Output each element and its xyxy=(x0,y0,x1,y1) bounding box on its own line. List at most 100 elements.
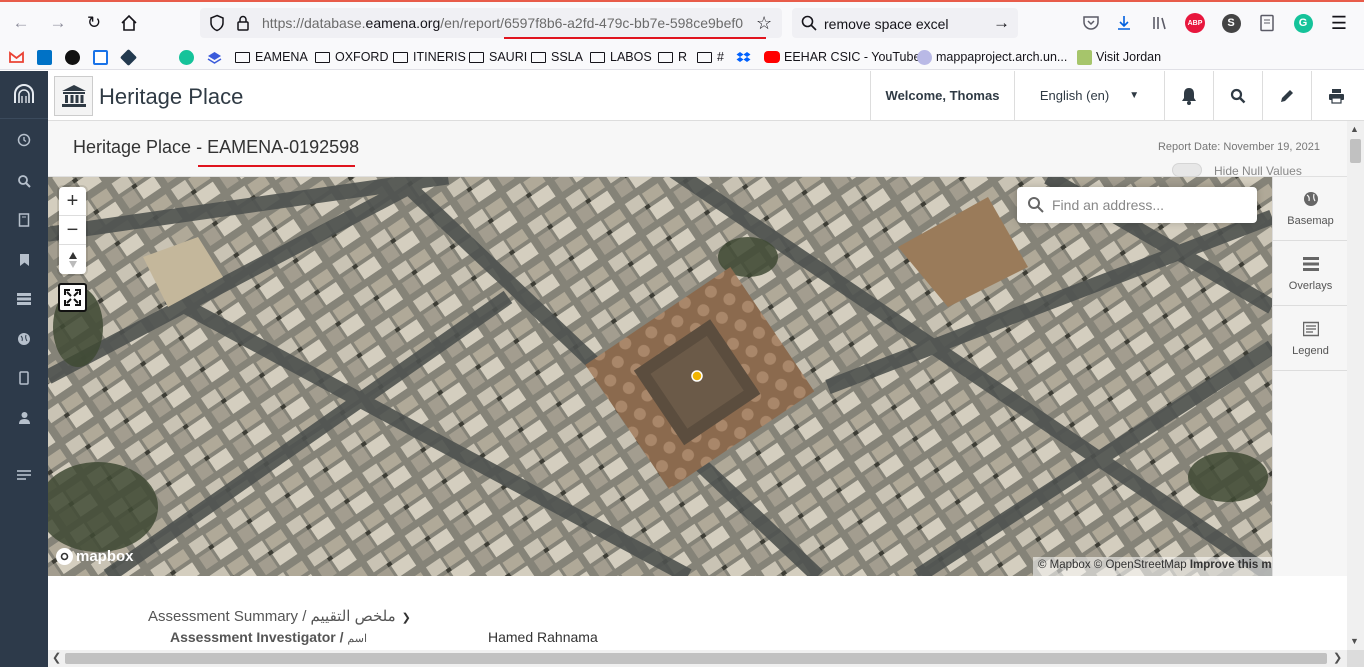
bookmark-diamond[interactable] xyxy=(120,48,140,66)
search-icon[interactable] xyxy=(14,171,34,191)
browser-toolbar: ← → ↻ https://database.eamena.org/en/rep… xyxy=(0,2,1364,43)
back-icon[interactable]: ← xyxy=(8,10,34,36)
legend-button[interactable]: Legend xyxy=(1273,307,1348,371)
search-button[interactable] xyxy=(1213,71,1262,120)
bookmark-label: ITINERIS xyxy=(413,50,466,64)
bookmark-calendar[interactable] xyxy=(93,48,112,66)
assessment-summary-toggle[interactable]: Assessment Summary / ملخص التقييم ❯ xyxy=(148,607,411,625)
bookmark-star-icon[interactable]: ☆ xyxy=(756,13,772,34)
bookmark-visit-jordan[interactable]: Visit Jordan xyxy=(1077,48,1161,66)
book-icon[interactable] xyxy=(14,210,34,230)
vertical-scroll-thumb[interactable] xyxy=(1350,139,1361,163)
scroll-down-icon[interactable]: ▼ xyxy=(1350,636,1359,646)
compass-button[interactable] xyxy=(59,245,86,274)
recent-icon[interactable] xyxy=(14,130,34,150)
welcome-user[interactable]: Welcome, Thomas xyxy=(870,71,1014,120)
github-icon xyxy=(65,49,80,65)
investigator-value: Hamed Rahnama xyxy=(488,629,598,645)
chevron-down-icon: ❯ xyxy=(401,612,411,624)
horizontal-scroll-thumb[interactable] xyxy=(65,653,1327,664)
pocket-icon[interactable] xyxy=(1080,12,1102,34)
hide-null-toggle[interactable] xyxy=(1172,163,1202,177)
search-icon xyxy=(1028,197,1044,213)
scroll-right-icon[interactable]: ❯ xyxy=(1333,651,1342,664)
bookmark-folder-r[interactable]: R xyxy=(658,48,687,66)
globe-icon[interactable] xyxy=(14,329,34,349)
address-search[interactable]: Find an address... xyxy=(1017,187,1257,223)
search-text[interactable]: remove space excel xyxy=(824,16,949,32)
eamena-logo[interactable] xyxy=(0,71,48,119)
forward-icon[interactable]: → xyxy=(45,10,71,36)
overlays-button[interactable]: Overlays xyxy=(1273,242,1348,306)
notifications-button[interactable] xyxy=(1164,71,1213,120)
menu-lines-icon[interactable] xyxy=(14,465,34,485)
downloads-icon[interactable] xyxy=(1113,12,1135,34)
lock-icon[interactable] xyxy=(234,14,252,32)
outlook-icon xyxy=(37,49,52,65)
overlays-label: Overlays xyxy=(1288,279,1333,292)
reload-icon[interactable]: ↻ xyxy=(81,10,107,36)
mobile-icon[interactable] xyxy=(14,368,34,388)
attribution-mapbox-link[interactable]: © Mapbox xyxy=(1038,559,1091,571)
bookmark-grammarly[interactable] xyxy=(179,48,198,66)
list-icon xyxy=(1302,256,1319,271)
satellite-map[interactable]: + − Find an address... mapbox © Mapbox ©… xyxy=(48,177,1272,576)
bookmark-label: OXFORD xyxy=(335,50,389,64)
bookmark-dropbox[interactable] xyxy=(736,48,755,66)
fullscreen-button[interactable] xyxy=(58,283,87,312)
mapbox-logo[interactable]: mapbox xyxy=(56,548,134,565)
bookmark-github[interactable] xyxy=(65,48,84,66)
language-select[interactable]: English (en) ▼ xyxy=(1014,71,1164,120)
bookmark-icon[interactable] xyxy=(14,250,34,270)
bookmark-youtube[interactable]: EEHAR CSIC - YouTube xyxy=(764,48,920,66)
extension-s-icon[interactable]: S xyxy=(1220,12,1242,34)
library-icon[interactable] xyxy=(1149,12,1171,34)
bookmark-mappa[interactable]: mappaproject.arch.un... xyxy=(917,48,1067,66)
improve-map-link[interactable]: Improve this map xyxy=(1190,559,1272,571)
legend-icon xyxy=(1302,321,1319,336)
search-icon xyxy=(801,15,817,31)
mapbox-icon xyxy=(56,548,73,565)
heritage-place-icon xyxy=(54,76,93,116)
assessment-summary-label: Assessment Summary / ملخص التقييم xyxy=(148,608,396,625)
bookmark-folder-labos[interactable]: LABOS xyxy=(590,48,652,66)
bookmark-folder-oxford[interactable]: OXFORD xyxy=(315,48,388,66)
bookmark-folder-eamena[interactable]: EAMENA xyxy=(235,48,308,66)
bookmark-gmail[interactable] xyxy=(9,48,28,66)
bookmark-folder-hash[interactable]: # xyxy=(697,48,724,66)
bookmark-folder-ssla[interactable]: SSLA xyxy=(531,48,583,66)
report-area: Heritage Place - EAMENA-0192598 Report D… xyxy=(48,121,1348,667)
bookmark-label: R xyxy=(678,50,688,64)
list-icon[interactable] xyxy=(14,289,34,309)
grammarly-icon[interactable]: G xyxy=(1292,12,1314,34)
zoom-in-button[interactable]: + xyxy=(59,187,86,216)
address-bar[interactable]: https://database.eamena.org/en/report/65… xyxy=(200,8,782,38)
edit-button[interactable] xyxy=(1262,71,1311,120)
youtube-icon xyxy=(764,51,780,63)
url-text[interactable]: https://database.eamena.org/en/report/65… xyxy=(262,15,748,31)
bookmark-outlook[interactable] xyxy=(37,48,56,66)
bookmark-folder-sauri[interactable]: SAURI xyxy=(469,48,527,66)
bookmark-layers[interactable] xyxy=(207,48,226,66)
bookmark-folder-itineris[interactable]: ITINERIS xyxy=(393,48,466,66)
adblock-plus-icon[interactable]: ABP xyxy=(1184,12,1206,34)
home-icon[interactable] xyxy=(116,10,142,36)
zoom-out-button[interactable]: − xyxy=(59,216,86,245)
menu-icon[interactable]: ☰ xyxy=(1328,12,1350,34)
basemap-button[interactable]: Basemap xyxy=(1273,177,1348,241)
scroll-left-icon[interactable]: ❮ xyxy=(52,651,61,664)
scroll-up-icon[interactable]: ▲ xyxy=(1350,124,1359,134)
investigator-label-en: Assessment Investigator / xyxy=(170,629,348,645)
search-go-icon[interactable]: → xyxy=(993,13,1010,33)
reader-page-icon[interactable] xyxy=(1256,12,1278,34)
folder-icon xyxy=(315,51,330,63)
address-search-placeholder[interactable]: Find an address... xyxy=(1052,197,1164,213)
horizontal-scrollbar[interactable]: ❮ ❯ xyxy=(48,650,1347,667)
shield-icon[interactable] xyxy=(208,14,226,32)
attribution-osm-link[interactable]: © OpenStreetMap xyxy=(1094,559,1187,571)
search-bar[interactable]: remove space excel → xyxy=(792,8,1018,38)
print-button[interactable] xyxy=(1311,71,1360,120)
vertical-scrollbar[interactable]: ▲ ▼ xyxy=(1347,121,1364,651)
user-icon[interactable] xyxy=(14,408,34,428)
map-attribution: © Mapbox © OpenStreetMap Improve this ma… xyxy=(1033,557,1272,576)
